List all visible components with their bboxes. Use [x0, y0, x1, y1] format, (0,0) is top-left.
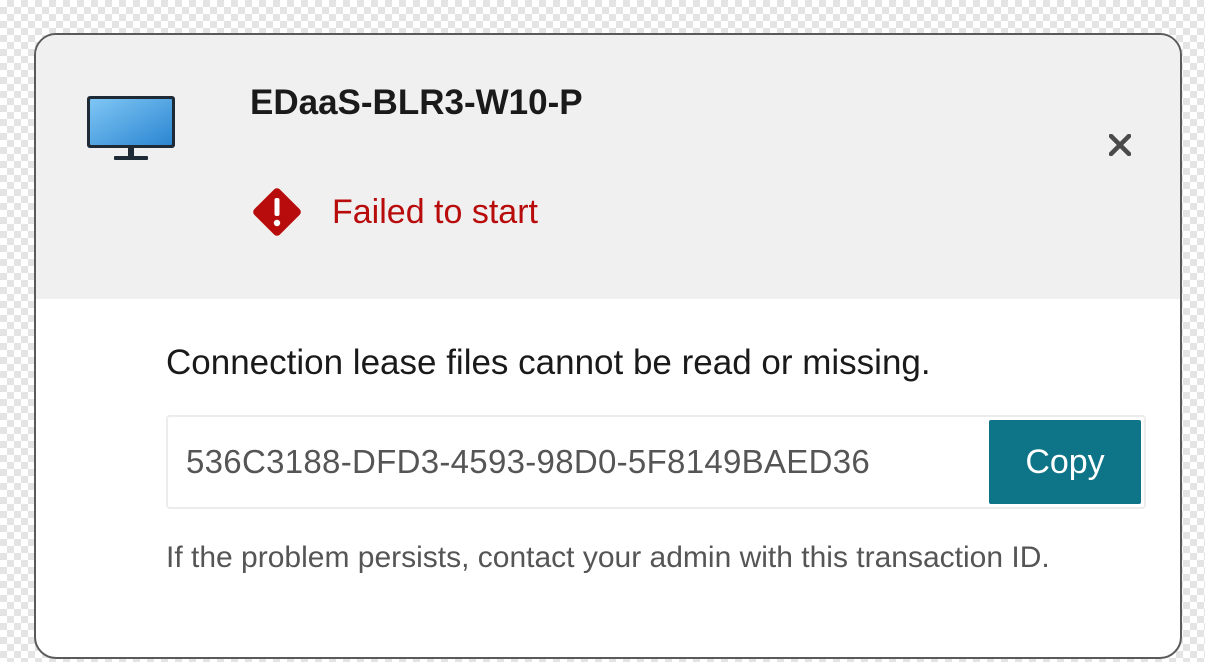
- transaction-id-box: 536C3188-DFD3-4593-98D0-5F8149BAED36 Cop…: [166, 415, 1146, 509]
- copy-button[interactable]: Copy: [989, 420, 1141, 504]
- dialog-header: EDaaS-BLR3-W10-P Failed to start: [36, 35, 1180, 299]
- error-diamond-icon: [253, 188, 301, 236]
- help-text: If the problem persists, contact your ad…: [166, 541, 1050, 574]
- error-message: Connection lease files cannot be read or…: [166, 343, 931, 382]
- close-button[interactable]: [1090, 123, 1150, 167]
- close-icon: [1109, 134, 1131, 156]
- status-text: Failed to start: [332, 192, 538, 231]
- transaction-id-value[interactable]: 536C3188-DFD3-4593-98D0-5F8149BAED36: [168, 417, 989, 507]
- desktop-monitor-icon: [87, 96, 175, 160]
- status-row: Failed to start: [250, 185, 538, 239]
- machine-name-title: EDaaS-BLR3-W10-P: [250, 83, 583, 122]
- error-dialog: EDaaS-BLR3-W10-P Failed to start Connect…: [34, 33, 1182, 659]
